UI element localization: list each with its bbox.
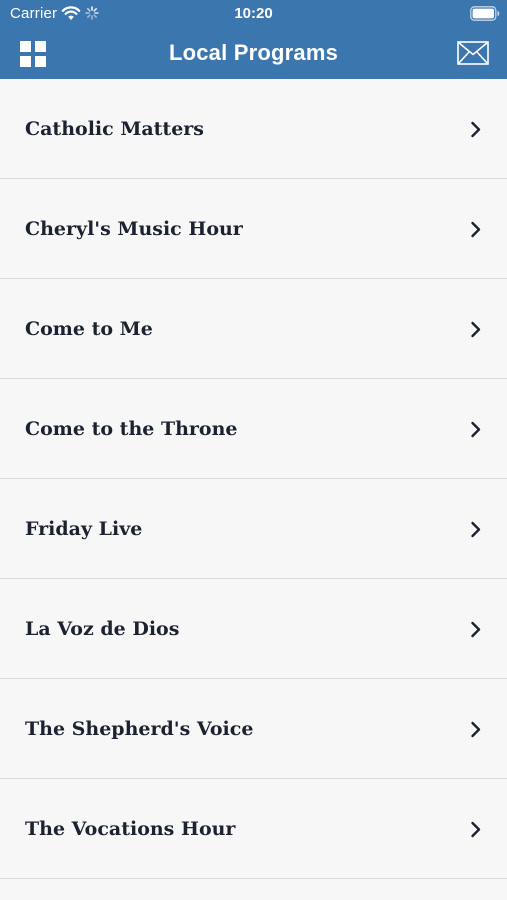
program-item-the-shepherds-voice[interactable]: The Shepherd's Voice	[0, 679, 507, 779]
program-label: The Vocations Hour	[25, 818, 236, 840]
program-label: La Voz de Dios	[25, 618, 180, 640]
program-item-the-vocations-hour[interactable]: The Vocations Hour	[0, 779, 507, 879]
mail-icon[interactable]	[457, 41, 489, 65]
chevron-right-icon	[470, 221, 482, 238]
program-label: Catholic Matters	[25, 118, 205, 140]
chevron-right-icon	[470, 621, 482, 638]
app-header: Carrier 10:20 Local Programs	[0, 0, 507, 79]
program-item-friday-live[interactable]: Friday Live	[0, 479, 507, 579]
chevron-right-icon	[470, 121, 482, 138]
page-title: Local Programs	[168, 40, 339, 65]
program-list: Catholic Matters Cheryl's Music Hour Com…	[0, 79, 507, 879]
program-item-come-to-me[interactable]: Come to Me	[0, 279, 507, 379]
program-label: Cheryl's Music Hour	[25, 218, 243, 240]
program-label: The Shepherd's Voice	[25, 718, 254, 740]
chevron-right-icon	[470, 821, 482, 838]
navigation-bar: Local Programs	[0, 28, 507, 79]
program-label: Friday Live	[25, 518, 143, 540]
status-time: 10:20	[234, 5, 273, 22]
status-bar: Carrier 10:20	[0, 0, 507, 28]
program-item-come-to-the-throne[interactable]: Come to the Throne	[0, 379, 507, 479]
chevron-right-icon	[470, 721, 482, 738]
program-label: Come to Me	[25, 318, 153, 340]
chevron-right-icon	[470, 521, 482, 538]
program-item-cheryls-music-hour[interactable]: Cheryl's Music Hour	[0, 179, 507, 279]
battery-icon	[470, 6, 500, 21]
chevron-right-icon	[470, 321, 482, 338]
chevron-right-icon	[470, 421, 482, 438]
program-label: Come to the Throne	[25, 418, 238, 440]
program-item-la-voz-de-dios[interactable]: La Voz de Dios	[0, 579, 507, 679]
program-item-catholic-matters[interactable]: Catholic Matters	[0, 79, 507, 179]
